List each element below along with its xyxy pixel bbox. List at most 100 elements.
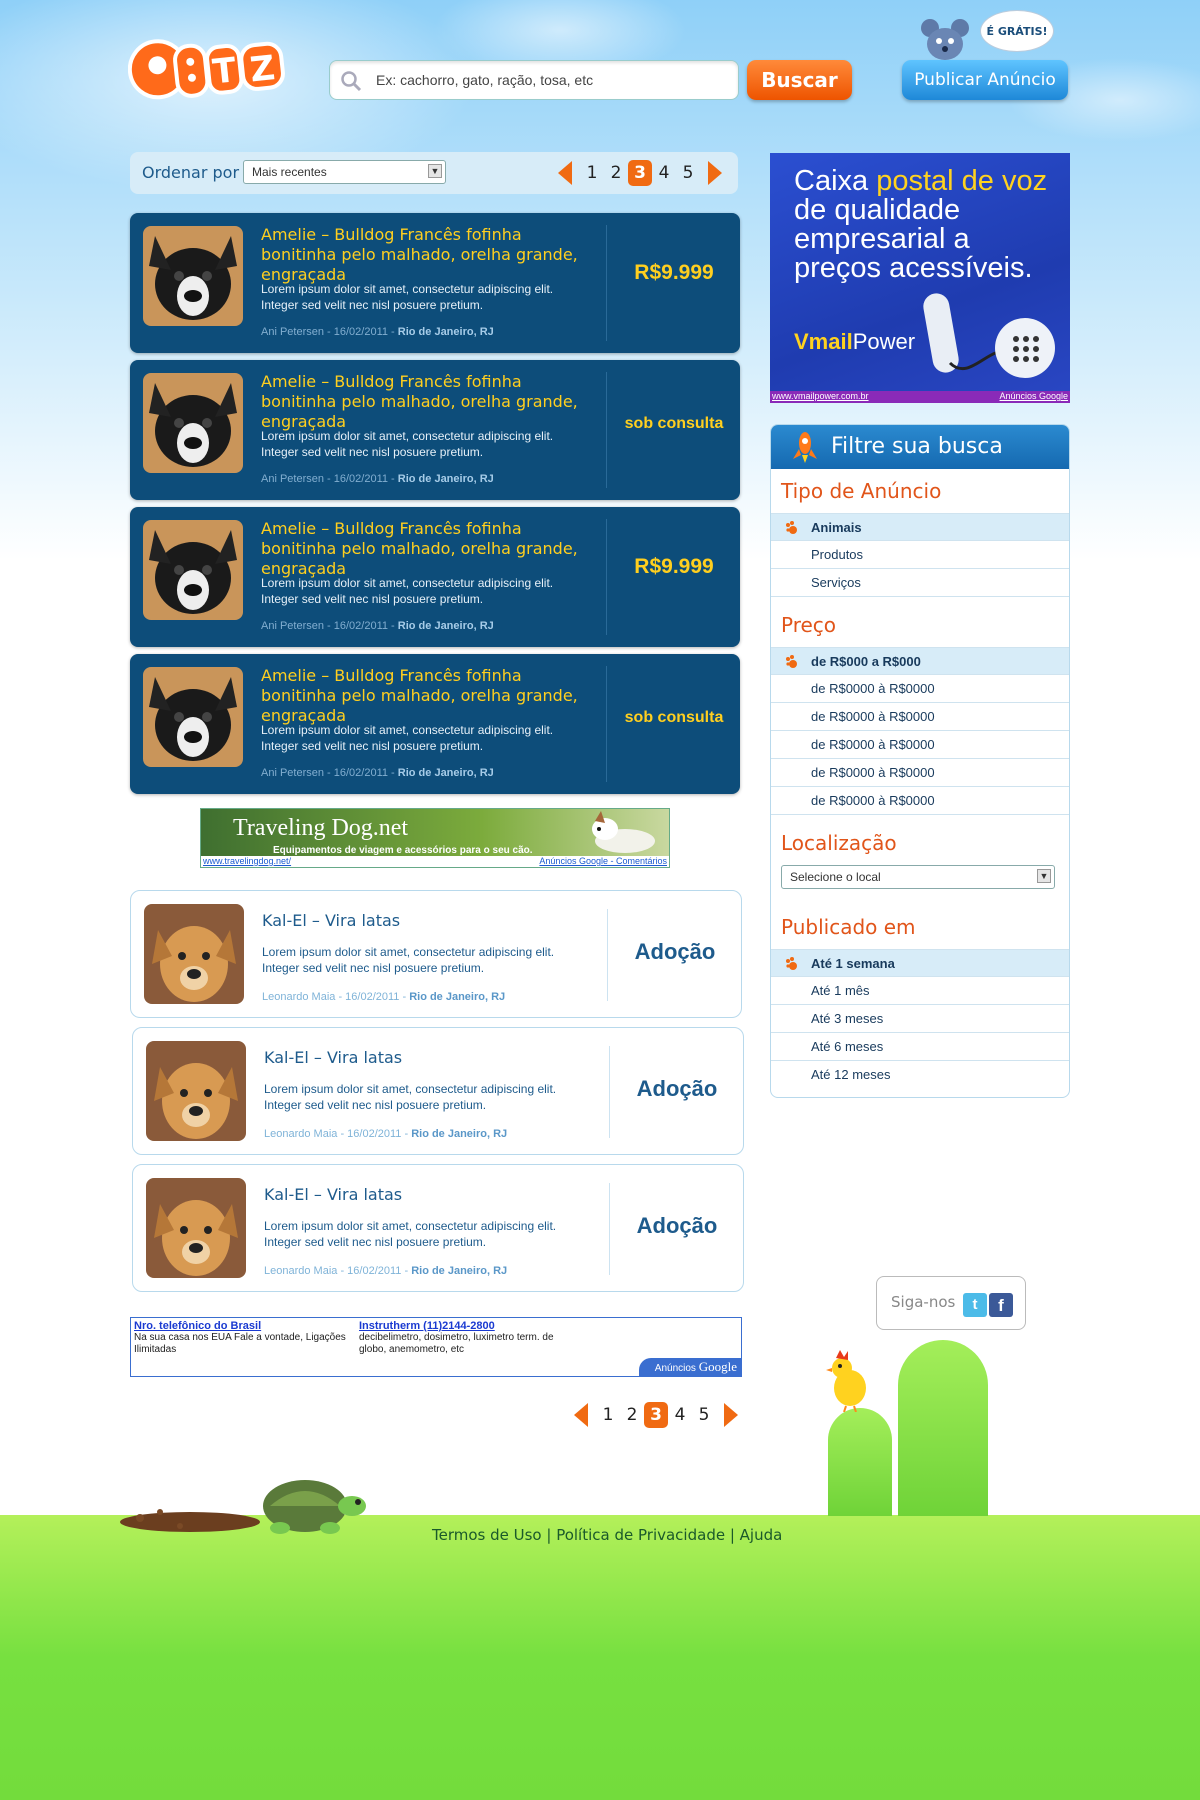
green-hill: [828, 1408, 892, 1516]
listing-title[interactable]: Amelie – Bulldog Francês fofinha bonitin…: [261, 519, 591, 579]
listing-title[interactable]: Kal-El – Vira latas: [264, 1185, 594, 1205]
filter-option-label: Animais: [811, 520, 862, 535]
filter-option-date[interactable]: Até 3 meses: [771, 1005, 1069, 1033]
page-link[interactable]: 5: [676, 160, 700, 186]
search-icon: [341, 71, 362, 92]
filter-option-produtos[interactable]: Produtos: [771, 541, 1069, 569]
location-select[interactable]: Selecione o local ▼: [781, 865, 1055, 889]
listing-title[interactable]: Amelie – Bulldog Francês fofinha bonitin…: [261, 666, 591, 726]
listing-location: Rio de Janeiro, RJ: [397, 620, 494, 632]
filter-option-price[interactable]: de R$000 a R$000: [771, 647, 1069, 675]
privacy-link[interactable]: Política de Privacidade: [556, 1526, 725, 1544]
page-link[interactable]: 1: [596, 1402, 620, 1428]
filter-option-date[interactable]: Até 6 meses: [771, 1033, 1069, 1061]
listing-card[interactable]: Kal-El – Vira latas Lorem ipsum dolor si…: [132, 1164, 744, 1292]
page-link[interactable]: 4: [652, 160, 676, 186]
ad-attribution[interactable]: Anúncios Google: [999, 391, 1068, 403]
prev-page-arrow-icon[interactable]: [558, 161, 572, 185]
dog-photo[interactable]: [144, 904, 244, 1004]
ads-by-google-label[interactable]: Anúncios Google: [639, 1358, 741, 1376]
filter-option-price[interactable]: de R$0000 à R$0000: [771, 787, 1069, 815]
filter-option-label: Até 1 mês: [811, 983, 870, 998]
ad-footer: www.vmailpower.com.br Anúncios Google: [770, 391, 1070, 403]
listing-description: Lorem ipsum dolor sit amet, consectetur …: [264, 1219, 557, 1249]
location-select-value: Selecione o local: [790, 870, 881, 884]
ad-url[interactable]: www.travelingdog.net/: [203, 856, 291, 867]
listing-meta: Ani Petersen - 16/02/2011 - Rio de Janei…: [261, 620, 494, 632]
listing-description: Lorem ipsum dolor sit amet, consectetur …: [262, 945, 555, 975]
text-ad-title[interactable]: Nro. telefônico do Brasil: [134, 1320, 354, 1332]
filter-option-date[interactable]: Até 1 semana: [771, 949, 1069, 977]
chevron-down-icon: ▼: [1037, 869, 1051, 883]
page-link[interactable]: 4: [668, 1402, 692, 1428]
featured-listing-card[interactable]: Amelie – Bulldog Francês fofinha bonitin…: [130, 213, 740, 353]
text-ad-body: Na sua casa nos EUA Fale a vontade, Liga…: [134, 1332, 346, 1355]
search-button[interactable]: Buscar: [747, 60, 852, 100]
dog-photo[interactable]: [146, 1178, 246, 1278]
current-page[interactable]: 3: [644, 1402, 668, 1428]
ad-footer: www.travelingdog.net/Anúncios Google - C…: [201, 856, 669, 867]
listing-location: Rio de Janeiro, RJ: [411, 1128, 508, 1140]
sort-select[interactable]: Mais recentes ▼: [243, 160, 446, 184]
listing-description: Lorem ipsum dolor sit amet, consectetur …: [261, 723, 554, 753]
green-hill: [898, 1340, 988, 1516]
prev-page-arrow-icon[interactable]: [574, 1403, 588, 1427]
page-link[interactable]: 2: [620, 1402, 644, 1428]
grass-ground: [0, 1515, 1200, 1800]
featured-listing-card[interactable]: Amelie – Bulldog Francês fofinha bonitin…: [130, 654, 740, 794]
ad-headline: Caixa postal de voz de qualidade empresa…: [794, 167, 1064, 283]
filter-option-servicos[interactable]: Serviços: [771, 569, 1069, 597]
listing-title[interactable]: Kal-El – Vira latas: [262, 911, 592, 931]
text-ad[interactable]: Nro. telefônico do Brasil Na sua casa no…: [134, 1320, 354, 1356]
next-page-arrow-icon[interactable]: [724, 1403, 738, 1427]
filter-option-date[interactable]: Até 12 meses: [771, 1061, 1069, 1089]
bulldog-photo[interactable]: [143, 373, 243, 473]
listing-card[interactable]: Kal-El – Vira latas Lorem ipsum dolor si…: [132, 1027, 744, 1155]
ad-brand: VmailPower: [794, 329, 915, 355]
page-link[interactable]: 1: [580, 160, 604, 186]
current-page[interactable]: 3: [628, 160, 652, 186]
filter-option-animais[interactable]: Animais: [771, 513, 1069, 541]
ad-attribution[interactable]: Anúncios Google - Comentários: [539, 856, 667, 867]
text-ad-title[interactable]: Instrutherm (11)2144-2800: [359, 1320, 579, 1332]
petz-logo[interactable]: T Z: [128, 26, 293, 110]
terms-link[interactable]: Termos de Uso: [432, 1526, 542, 1544]
listing-title[interactable]: Kal-El – Vira latas: [264, 1048, 594, 1068]
filter-option-label: Produtos: [811, 547, 864, 562]
listing-card[interactable]: Kal-El – Vira latas Lorem ipsum dolor si…: [130, 890, 742, 1018]
publish-ad-button[interactable]: Publicar Anúncio: [902, 60, 1068, 100]
search-box[interactable]: [329, 60, 739, 100]
filter-option-price[interactable]: de R$0000 à R$0000: [771, 731, 1069, 759]
listing-description: Lorem ipsum dolor sit amet, consectetur …: [264, 1082, 557, 1112]
twitter-icon[interactable]: t: [963, 1293, 987, 1317]
featured-listing-card[interactable]: Amelie – Bulldog Francês fofinha bonitin…: [130, 507, 740, 647]
footer-separator: |: [541, 1526, 557, 1544]
listing-title[interactable]: Amelie – Bulldog Francês fofinha bonitin…: [261, 372, 591, 432]
featured-listing-card[interactable]: Amelie – Bulldog Francês fofinha bonitin…: [130, 360, 740, 500]
vmailpower-ad-banner[interactable]: Caixa postal de voz de qualidade empresa…: [770, 153, 1070, 403]
help-link[interactable]: Ajuda: [740, 1526, 783, 1544]
next-page-arrow-icon[interactable]: [708, 161, 722, 185]
text-ad[interactable]: Instrutherm (11)2144-2800 decibelimetro,…: [359, 1320, 579, 1356]
ad-url[interactable]: www.vmailpower.com.br: [772, 391, 869, 403]
travelingdog-ad-banner[interactable]: Traveling Dog.net Equipamentos de viagem…: [200, 808, 670, 868]
bulldog-photo[interactable]: [143, 226, 243, 326]
filter-option-date[interactable]: Até 1 mês: [771, 977, 1069, 1005]
dog-photo[interactable]: [146, 1041, 246, 1141]
listing-location: Rio de Janeiro, RJ: [411, 1265, 508, 1277]
listing-description: Lorem ipsum dolor sit amet, consectetur …: [261, 429, 554, 459]
bulldog-photo[interactable]: [143, 667, 243, 767]
filter-option-price[interactable]: de R$0000 à R$0000: [771, 703, 1069, 731]
sort-select-value: Mais recentes: [252, 165, 327, 179]
search-input[interactable]: [376, 67, 726, 93]
listing-author-date: Leonardo Maia - 16/02/2011 -: [264, 1128, 412, 1140]
filter-option-price[interactable]: de R$0000 à R$0000: [771, 759, 1069, 787]
listing-title[interactable]: Amelie – Bulldog Francês fofinha bonitin…: [261, 225, 591, 285]
bulldog-photo[interactable]: [143, 520, 243, 620]
listing-price: R$9.999: [634, 261, 714, 284]
page-link[interactable]: 2: [604, 160, 628, 186]
page-link[interactable]: 5: [692, 1402, 716, 1428]
filter-option-price[interactable]: de R$0000 à R$0000: [771, 675, 1069, 703]
facebook-icon[interactable]: f: [989, 1293, 1013, 1317]
sort-label: Ordenar por: [142, 163, 240, 182]
